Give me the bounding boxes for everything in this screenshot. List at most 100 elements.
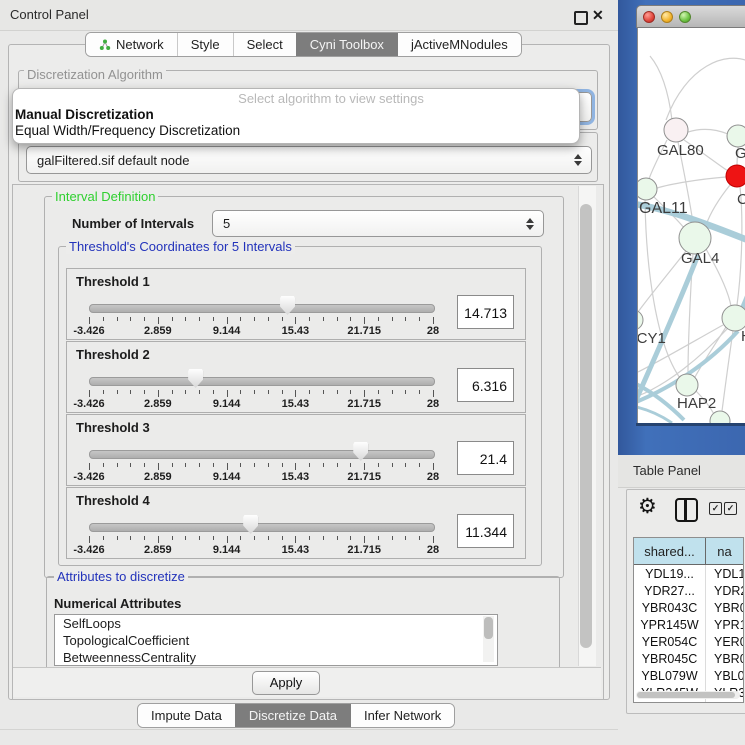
threshold-label: Threshold 1 [76, 274, 150, 289]
tick-mark [89, 390, 90, 397]
node-label-hap2: HAP2 [677, 395, 716, 412]
table-row[interactable]: YBR043CYBR0 [634, 599, 743, 616]
network-node[interactable] [664, 118, 688, 142]
tick-mark [405, 390, 406, 394]
float-window-icon[interactable] [574, 11, 588, 25]
table-row[interactable]: YDL19...YDL1 [634, 565, 743, 582]
network-view-canvas[interactable]: GAL80GACGAL11GAL4GCY1HHAP2 [637, 28, 745, 423]
tick-mark [378, 317, 379, 321]
tick-label: -3.426 [73, 398, 104, 410]
settings-scrollbar-thumb[interactable] [580, 204, 592, 648]
column-header-na[interactable]: na [706, 538, 743, 564]
threshold-value-field[interactable]: 11.344 [457, 514, 514, 548]
column-header-shared-[interactable]: shared... [634, 538, 706, 564]
table-cell: YBL0 [706, 667, 743, 684]
tick-mark [295, 317, 296, 324]
network-window-titlebar[interactable] [636, 5, 745, 28]
tab-discretize-data[interactable]: Discretize Data [235, 704, 350, 727]
tick-label: 9.144 [213, 544, 241, 556]
tab-label: Network [116, 37, 164, 52]
tab-jactivemnodules[interactable]: jActiveMNodules [397, 33, 521, 56]
network-node[interactable] [638, 310, 643, 330]
table-row[interactable]: YBR045CYBR0 [634, 650, 743, 667]
threshold-value-field[interactable]: 21.4 [457, 441, 514, 475]
tick-mark [282, 390, 283, 394]
tab-select[interactable]: Select [233, 33, 296, 56]
column-layout-icon[interactable] [675, 498, 698, 522]
apply-button[interactable]: Apply [252, 671, 320, 695]
tab-infer-network[interactable]: Infer Network [350, 704, 454, 727]
tick-mark [309, 390, 310, 394]
tick-mark [433, 390, 434, 397]
network-node[interactable] [638, 178, 657, 200]
tick-mark [364, 390, 365, 397]
network-node[interactable] [676, 374, 698, 396]
table-row[interactable]: YER054CYER0 [634, 633, 743, 650]
table-row[interactable]: YDR27...YDR2 [634, 582, 743, 599]
numerical-attributes-list[interactable]: SelfLoopsTopologicalCoefficientBetweenne… [54, 614, 498, 666]
tick-mark [185, 390, 186, 394]
tick-mark [254, 536, 255, 540]
attributes-scrollbar-thumb[interactable] [484, 617, 493, 639]
table-row[interactable]: YPR145WYPR1 [634, 616, 743, 633]
attribute-item-betweennesscentrality[interactable]: BetweennessCentrality [55, 649, 497, 666]
table-cell: YPR1 [706, 616, 743, 633]
checkbox-icon[interactable]: ✓ [724, 502, 737, 515]
node-label-c: C [737, 191, 745, 208]
slider-track[interactable] [89, 304, 435, 313]
tick-mark [309, 317, 310, 321]
tab-label: Discretize Data [249, 708, 337, 723]
thick-edge [638, 406, 672, 423]
tick-mark [158, 463, 159, 470]
number-of-intervals-combobox[interactable]: 5 [212, 210, 544, 237]
tick-label: 9.144 [213, 471, 241, 483]
tick-mark [172, 536, 173, 540]
table-data-combobox[interactable]: galFiltered.sif default node [26, 146, 592, 174]
table-cell: YBR0 [706, 599, 743, 616]
tick-mark [185, 536, 186, 540]
dropdown-item-equal-width-frequency-discretization[interactable]: Equal Width/Frequency Discretization [15, 123, 240, 138]
zoom-traffic-light-icon[interactable] [679, 11, 691, 23]
tick-mark [199, 463, 200, 467]
attribute-item-selfloops[interactable]: SelfLoops [55, 615, 497, 632]
tick-mark [254, 463, 255, 467]
tab-label: jActiveMNodules [411, 37, 508, 52]
checkbox-icon[interactable]: ✓ [709, 502, 722, 515]
tab-cyni-toolbox[interactable]: Cyni Toolbox [296, 33, 397, 56]
network-node[interactable] [727, 125, 745, 147]
slider-track[interactable] [89, 450, 435, 459]
close-traffic-light-icon[interactable] [643, 11, 655, 23]
attribute-item-topologicalcoefficient[interactable]: TopologicalCoefficient [55, 632, 497, 649]
table-row[interactable]: YIL052CYIL0 [634, 701, 743, 703]
tick-mark [144, 463, 145, 467]
edge [706, 185, 730, 225]
slider-track[interactable] [89, 523, 435, 532]
tick-mark [158, 390, 159, 397]
gear-icon[interactable]: ⚙ [638, 494, 657, 519]
threshold-value-field[interactable]: 6.316 [457, 368, 514, 402]
separator [13, 667, 601, 668]
threshold-panel-4: Threshold 4-3.4262.8599.14415.4321.71528… [66, 487, 526, 559]
tick-label: 2.859 [144, 325, 172, 337]
tick-mark [295, 390, 296, 397]
tab-network[interactable]: Network [86, 33, 177, 56]
tab-impute-data[interactable]: Impute Data [138, 704, 235, 727]
table-hscrollbar-thumb[interactable] [637, 692, 735, 698]
tick-mark [117, 463, 118, 467]
tick-mark [282, 317, 283, 321]
table-hscrollbar-track[interactable] [636, 691, 740, 699]
close-icon[interactable]: ✕ [592, 7, 604, 24]
tick-label: -3.426 [73, 544, 104, 556]
minimize-traffic-light-icon[interactable] [661, 11, 673, 23]
threshold-value-field[interactable]: 14.713 [457, 295, 514, 329]
node-attribute-table[interactable]: shared...na YDL19...YDL1YDR27...YDR2YBR0… [633, 537, 744, 703]
table-cell: YDR2 [706, 582, 743, 599]
dropdown-item-manual-discretization[interactable]: Manual Discretization [15, 107, 154, 122]
network-node[interactable] [726, 165, 745, 187]
tab-style[interactable]: Style [177, 33, 233, 56]
slider-track[interactable] [89, 377, 435, 386]
table-data-combobox-value: galFiltered.sif default node [27, 153, 569, 168]
attributes-group-title: Attributes to discretize [54, 570, 188, 584]
tick-mark [392, 317, 393, 321]
table-row[interactable]: YBL079WYBL0 [634, 667, 743, 684]
